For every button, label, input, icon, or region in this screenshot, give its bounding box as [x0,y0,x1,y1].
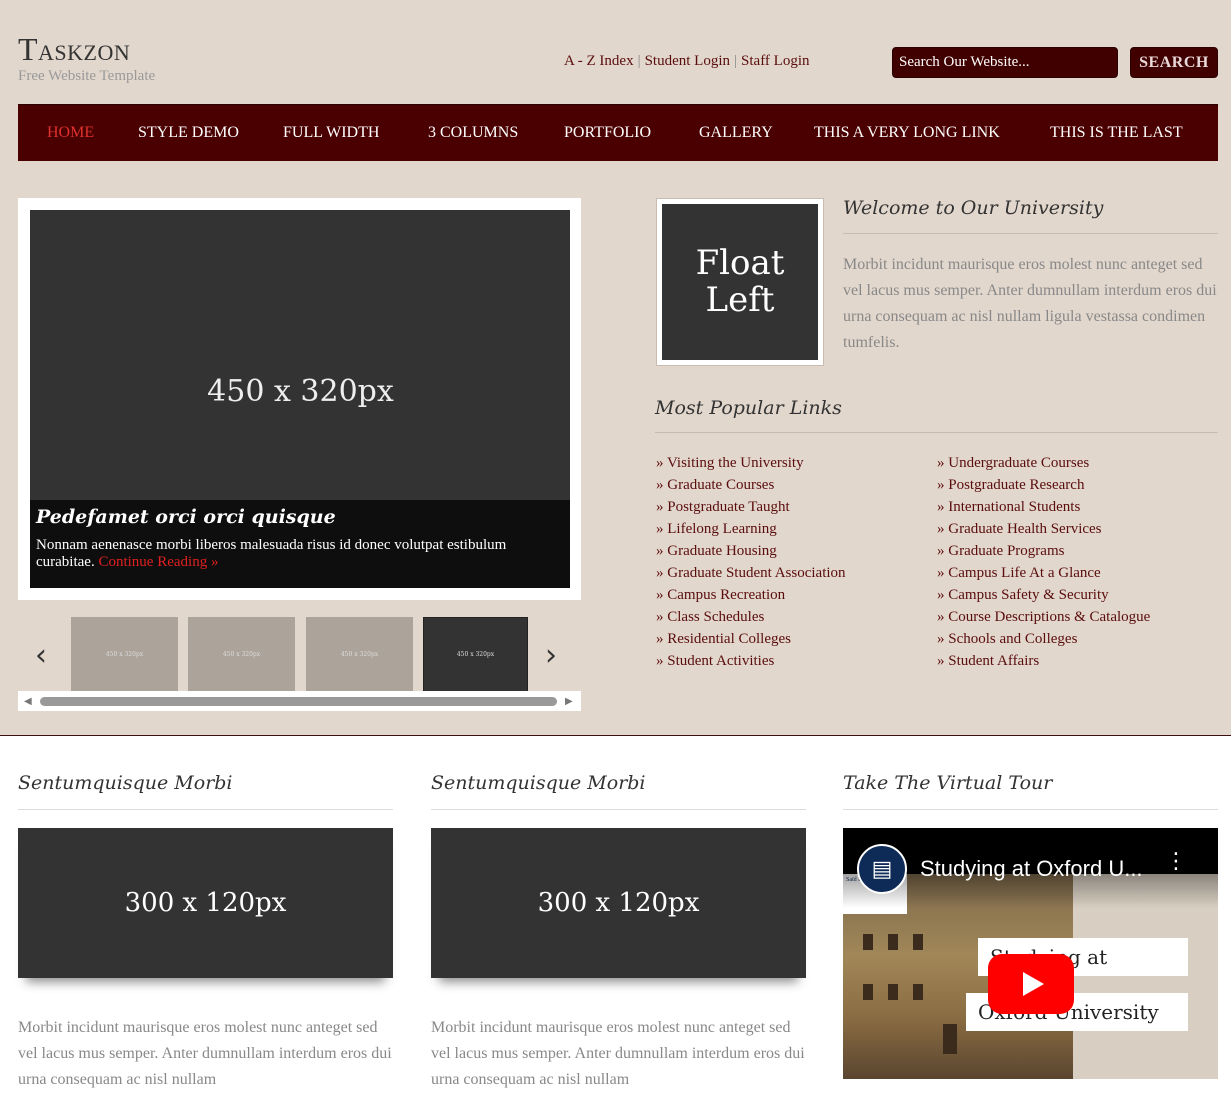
scroll-right-icon[interactable]: ▶ [565,696,573,707]
video-title[interactable]: Studying at Oxford U... [920,856,1143,882]
main-nav: Home Style Demo Full Width 3 Columns Por… [18,104,1218,161]
slide-caption: Pedefamet orci orci quisque Nonnam aenen… [30,500,570,588]
az-index-link[interactable]: A - Z Index [564,53,634,69]
link-item[interactable]: » Graduate Housing [656,540,846,562]
column-text: Morbit incidunt maurisque eros molest nu… [431,1019,805,1088]
link-item[interactable]: » Lifelong Learning [656,518,846,540]
column-text: Morbit incidunt maurisque eros molest nu… [18,1019,392,1088]
float-left-image: Float Left [656,198,824,366]
link-item[interactable]: » Graduate Programs [937,540,1150,562]
search-button[interactable]: SEARCH [1130,47,1218,78]
link-item[interactable]: » Graduate Health Services [937,518,1150,540]
nav-last[interactable]: This Is The Last [1050,124,1183,142]
popular-links-right: » Undergraduate Courses » Postgraduate R… [937,452,1150,672]
link-item[interactable]: » Student Affairs [937,650,1150,672]
divider [431,809,806,810]
link-item[interactable]: » Residential Colleges [656,628,846,650]
scroll-left-icon[interactable]: ◀ [24,696,32,707]
welcome-text: Morbit incidunt maurisque eros molest nu… [843,256,1217,351]
link-item[interactable]: » Campus Recreation [656,584,846,606]
site-title[interactable]: Taskzon [18,30,155,68]
divider [843,233,1218,234]
popular-links-left: » Visiting the University » Graduate Cou… [656,452,846,672]
link-item[interactable]: » Undergraduate Courses [937,452,1150,474]
column-image: 300 x 120px [431,828,806,978]
divider [18,809,393,810]
scroll-thumb[interactable] [40,697,557,706]
slide-image-label: 450 x 320px [207,374,394,409]
separator: | [734,53,738,69]
thumbnail-active[interactable]: 450 x 320px [423,617,528,692]
link-item[interactable]: » Campus Safety & Security [937,584,1150,606]
site-tagline: Free Website Template [18,68,156,84]
thumbnail-carousel: ‹ 450 x 320px 450 x 320px 450 x 320px 45… [18,609,581,711]
column-heading: Sentumquisque Morbi [18,772,233,794]
divider [843,809,1218,810]
carousel-next-icon[interactable]: › [545,638,557,673]
thumbnail[interactable]: 450 x 320px [71,617,178,692]
student-login-link[interactable]: Student Login [645,53,730,69]
popular-links-heading: Most Popular Links [655,397,842,419]
site-logo[interactable]: Taskzon Free Website Template [18,30,155,84]
continue-reading-link[interactable]: Continue Reading » [98,554,218,570]
link-item[interactable]: » Schools and Colleges [937,628,1150,650]
nav-full-width[interactable]: Full Width [283,124,379,142]
link-item[interactable]: » Student Activities [656,650,846,672]
search-input[interactable]: Search Our Website... [892,47,1118,78]
link-item[interactable]: » Course Descriptions & Catalogue [937,606,1150,628]
nav-portfolio[interactable]: Portfolio [564,124,651,142]
column-image: 300 x 120px [18,828,393,978]
image-slider: 450 x 320px Pedefamet orci orci quisque … [18,198,581,600]
play-button-icon[interactable] [988,954,1074,1014]
caption-text: Nonnam aenenasce morbi liberos malesuada… [36,537,564,571]
link-item[interactable]: » Postgraduate Research [937,474,1150,496]
header-area: Taskzon Free Website Template A - Z Inde… [0,0,1231,736]
link-item[interactable]: » Graduate Student Association [656,562,846,584]
thumbnail[interactable]: 450 x 320px [306,617,413,692]
link-item[interactable]: » Visiting the University [656,452,846,474]
channel-avatar-icon[interactable]: ▤ [857,844,907,894]
separator: | [637,53,641,69]
carousel-scrollbar[interactable]: ◀ ▶ [18,691,581,711]
column-heading: Sentumquisque Morbi [431,772,646,794]
link-item[interactable]: » International Students [937,496,1150,518]
nav-gallery[interactable]: Gallery [699,124,773,142]
virtual-tour-heading: Take The Virtual Tour [843,772,1053,794]
link-item[interactable]: » Postgraduate Taught [656,496,846,518]
nav-3-columns[interactable]: 3 Columns [428,124,518,142]
top-links: A - Z Index | Student Login | Staff Login [564,53,810,70]
carousel-prev-icon[interactable]: ‹ [35,638,47,673]
link-item[interactable]: » Graduate Courses [656,474,846,496]
divider [655,432,1218,433]
nav-home[interactable]: Home [47,124,94,142]
staff-login-link[interactable]: Staff Login [741,53,809,69]
thumbnail[interactable]: 450 x 320px [188,617,295,692]
caption-title: Pedefamet orci orci quisque [36,506,336,528]
link-item[interactable]: » Class Schedules [656,606,846,628]
float-left-label: Float Left [662,204,818,360]
link-item[interactable]: » Campus Life At a Glance [937,562,1150,584]
nav-style-demo[interactable]: Style Demo [138,124,239,142]
video-player[interactable]: Saïd Business School ▤ Studying at Oxfor… [843,828,1218,1079]
more-options-icon[interactable]: ⋮ [1165,851,1187,873]
welcome-heading: Welcome to Our University [843,197,1104,219]
nav-long-link[interactable]: This A Very Long Link [814,124,1000,142]
